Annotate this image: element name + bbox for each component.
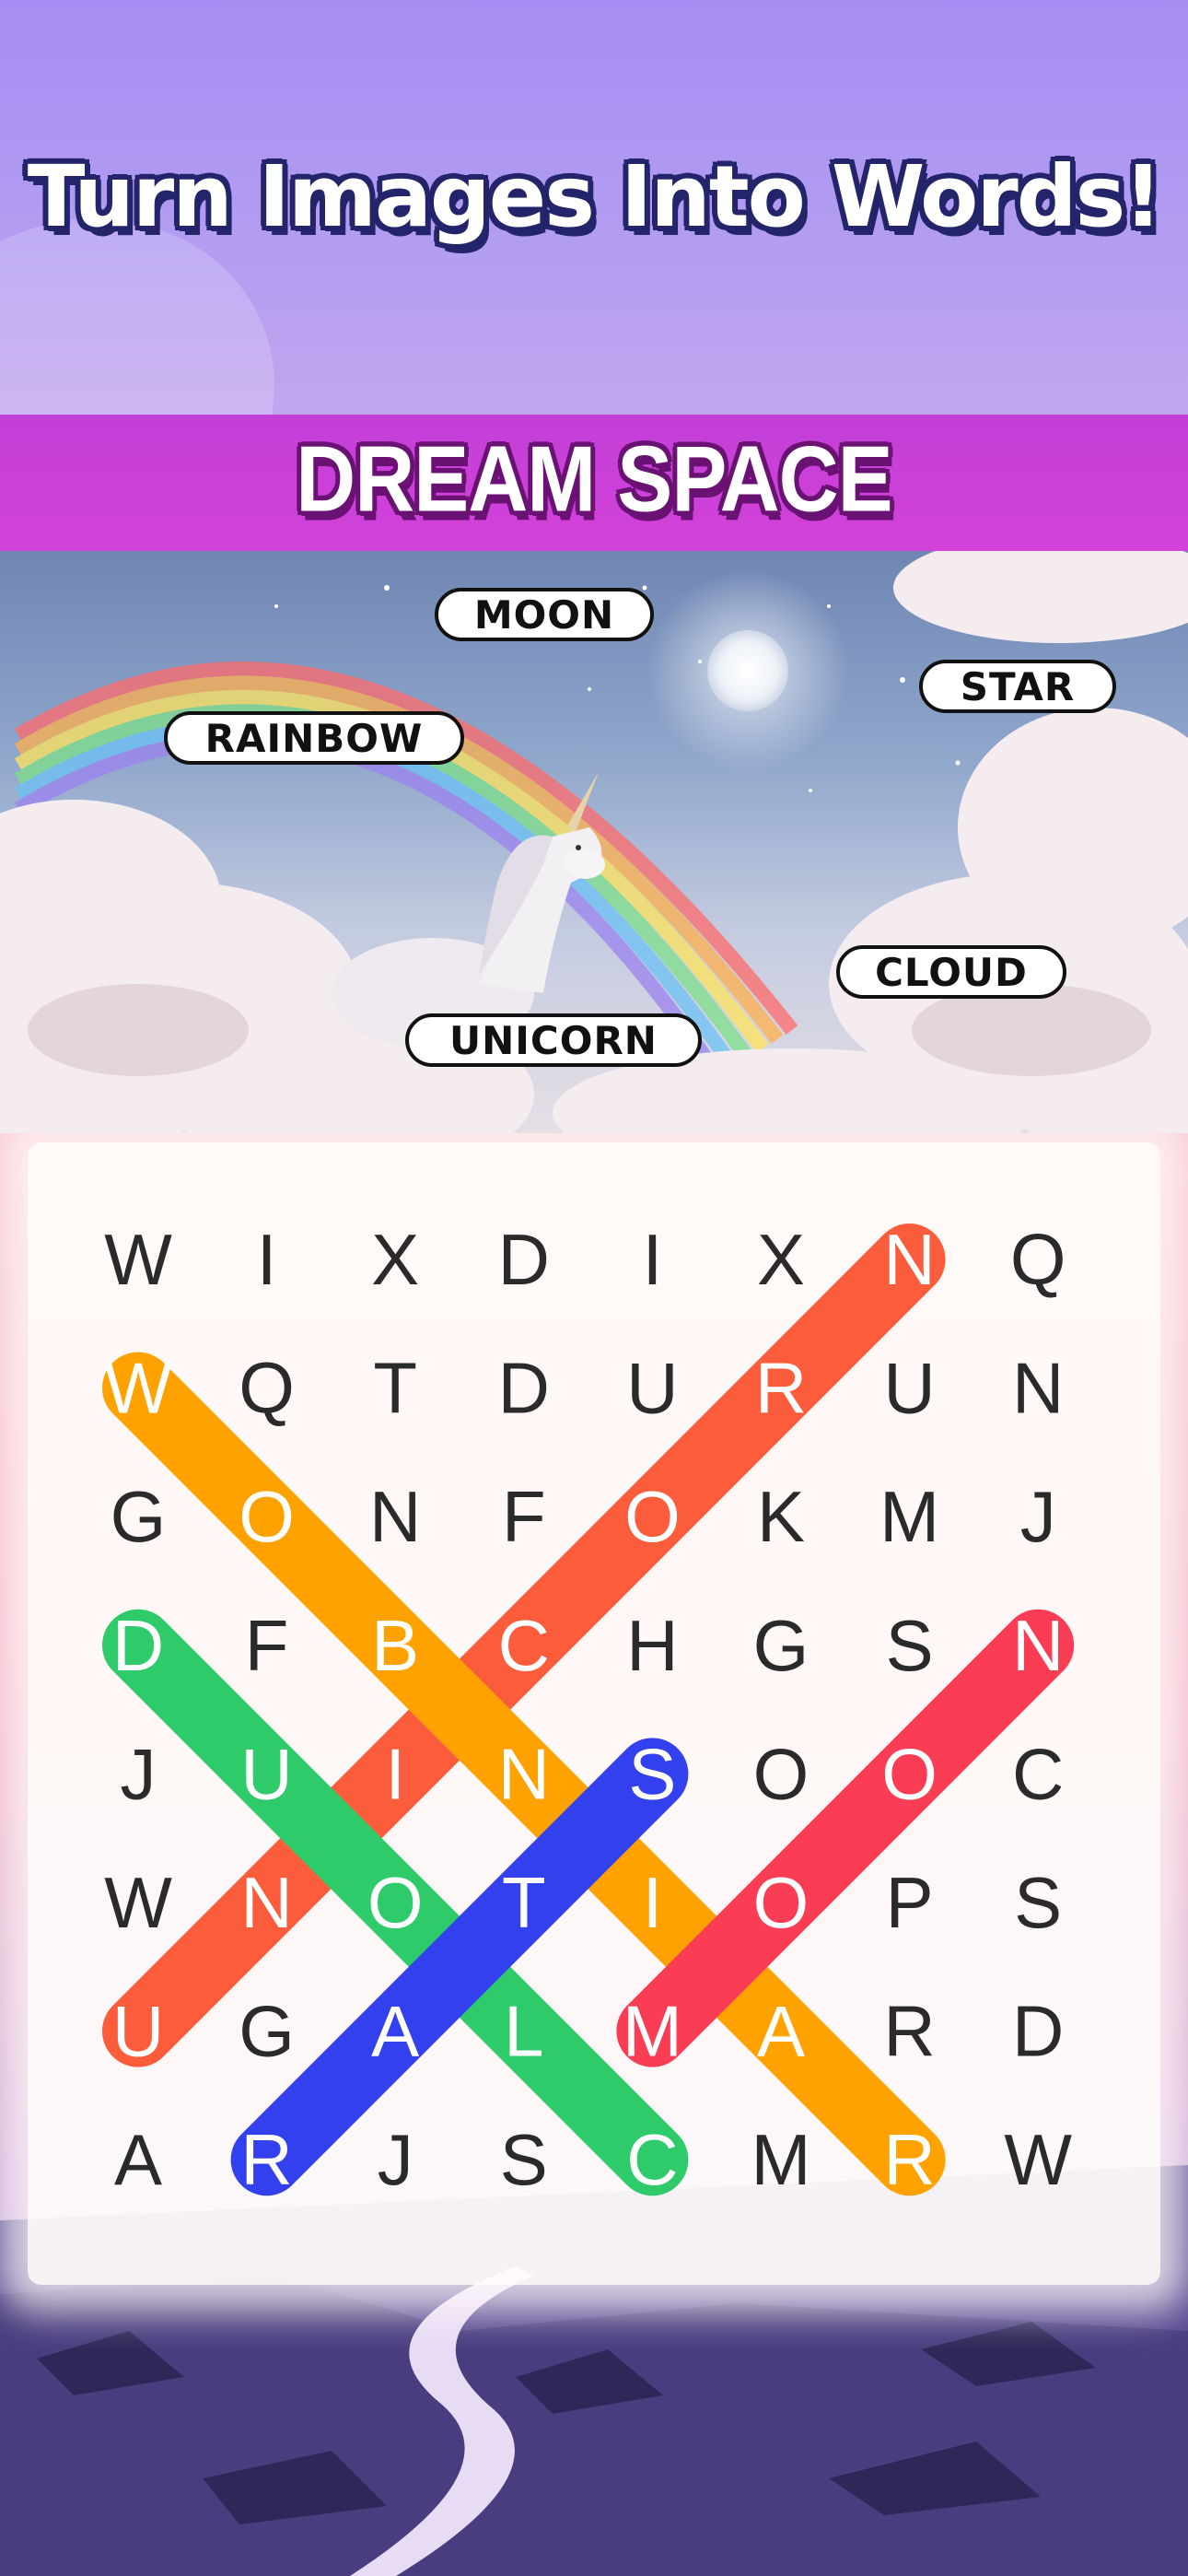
grid-letter-r5-c0[interactable]: W (104, 1862, 172, 1943)
grid-letter-r5-c5[interactable]: O (753, 1862, 809, 1943)
grid-letter-r3-c0[interactable]: D (112, 1605, 164, 1686)
grid-letter-r2-c3[interactable]: F (502, 1476, 546, 1557)
grid-letter-r0-c3[interactable]: D (498, 1219, 550, 1300)
grid-letter-r1-c4[interactable]: U (626, 1348, 678, 1429)
grid-letter-r3-c5[interactable]: G (753, 1605, 809, 1686)
grid-letter-r0-c2[interactable]: X (371, 1219, 419, 1300)
word-tag-cloud: CLOUD (836, 945, 1066, 999)
grid-letter-r6-c1[interactable]: G (239, 1991, 295, 2072)
grid-letter-r1-c5[interactable]: R (755, 1348, 807, 1429)
grid-letter-r0-c4[interactable]: I (643, 1219, 663, 1300)
grid-letter-r0-c1[interactable]: I (257, 1219, 277, 1300)
grid-letter-r5-c2[interactable]: O (367, 1862, 424, 1943)
grid-letter-r1-c3[interactable]: D (498, 1348, 550, 1429)
grid-letter-r0-c6[interactable]: N (883, 1219, 935, 1300)
grid-letter-r0-c0[interactable]: W (104, 1219, 172, 1300)
grid-letter-r5-c1[interactable]: N (240, 1862, 292, 1943)
grid-letter-r2-c6[interactable]: M (879, 1476, 939, 1557)
grid-letter-r7-c0[interactable]: A (114, 2119, 162, 2200)
grid-letter-r7-c3[interactable]: S (500, 2119, 548, 2200)
word-tag-rainbow: RAINBOW (164, 711, 464, 765)
grid-letter-r5-c4[interactable]: I (643, 1862, 663, 1943)
grid-letter-r2-c5[interactable]: K (757, 1476, 805, 1557)
grid-letter-r6-c0[interactable]: U (112, 1991, 164, 2072)
word-tag-moon: MOON (435, 588, 654, 641)
grid-letter-r3-c6[interactable]: S (886, 1605, 934, 1686)
grid-letter-r6-c4[interactable]: M (623, 1991, 682, 2072)
grid-letter-r1-c7[interactable]: N (1012, 1348, 1064, 1429)
grid-letter-r2-c4[interactable]: O (624, 1476, 681, 1557)
word-tag-unicorn: UNICORN (405, 1013, 702, 1067)
grid-letter-r7-c5[interactable]: M (751, 2119, 811, 2200)
grid-letter-r6-c3[interactable]: L (504, 1991, 543, 2072)
grid-letter-r7-c6[interactable]: R (883, 2119, 935, 2200)
grid-letter-r5-c6[interactable]: P (886, 1862, 934, 1943)
grid-letter-r4-c0[interactable]: J (121, 1733, 157, 1814)
grid-letter-r6-c5[interactable]: A (757, 1991, 805, 2072)
word-grid-board: WIXDIXNQWQTDURUNGONFOKMJDFBCHGSNJUINSOOC… (28, 1142, 1160, 2285)
grid-letter-r2-c1[interactable]: O (239, 1476, 295, 1557)
grid-letter-r7-c1[interactable]: R (240, 2119, 292, 2200)
grid-letter-r7-c4[interactable]: C (626, 2119, 678, 2200)
level-title: DREAM SPACE (296, 427, 892, 532)
grid-letter-r1-c2[interactable]: T (373, 1348, 417, 1429)
grid-letter-r5-c7[interactable]: S (1014, 1862, 1062, 1943)
header-area: Turn Images Into Words! (0, 0, 1188, 424)
grid-letter-r0-c7[interactable]: Q (1010, 1219, 1066, 1300)
grid-letter-r6-c2[interactable]: A (371, 1991, 419, 2072)
word-tag-star: STAR (919, 660, 1116, 713)
grid-letter-r5-c3[interactable]: T (502, 1862, 546, 1943)
found-word-highlight-3 (616, 1609, 1075, 2067)
grid-letter-r3-c7[interactable]: N (1012, 1605, 1064, 1686)
grid-letter-r4-c7[interactable]: C (1012, 1733, 1064, 1814)
grid-letter-r0-c5[interactable]: X (757, 1219, 805, 1300)
puzzle-area: WIXDIXNQWQTDURUNGONFOKMJDFBCHGSNJUINSOOC… (0, 1133, 1188, 2576)
grid-letter-r4-c2[interactable]: I (385, 1733, 405, 1814)
grid-letter-r1-c0[interactable]: W (104, 1348, 172, 1429)
grid-letter-r4-c6[interactable]: O (881, 1733, 938, 1814)
grid-letter-r4-c4[interactable]: S (628, 1733, 676, 1814)
grid-letter-r7-c7[interactable]: W (1004, 2119, 1072, 2200)
grid-letter-r3-c2[interactable]: B (371, 1605, 419, 1686)
grid-letter-r7-c2[interactable]: J (378, 2119, 413, 2200)
grid-letter-r3-c3[interactable]: C (498, 1605, 550, 1686)
level-banner: DREAM SPACE (0, 415, 1188, 551)
grid-letter-r1-c1[interactable]: Q (239, 1348, 295, 1429)
grid-letter-r2-c0[interactable]: G (111, 1476, 167, 1557)
grid-letter-r6-c7[interactable]: D (1012, 1991, 1064, 2072)
grid-letter-r6-c6[interactable]: R (883, 1991, 935, 2072)
headline: Turn Images Into Words! (27, 147, 1163, 246)
word-grid[interactable]: W I X D I X N QW Q T D U R U NG O N F O K M JD F B C H G S NJ U I N S O O C… (28, 1142, 1160, 2285)
grid-letter-r1-c6[interactable]: U (883, 1348, 935, 1429)
grid-letter-r2-c7[interactable]: J (1020, 1476, 1056, 1557)
grid-letter-r4-c5[interactable]: O (753, 1733, 809, 1814)
moon-icon (707, 630, 788, 711)
puzzle-image: MOON STAR RAINBOW CLOUD UNICORN (0, 551, 1188, 1133)
grid-letter-r4-c1[interactable]: U (240, 1733, 292, 1814)
grid-letter-r2-c2[interactable]: N (369, 1476, 421, 1557)
grid-letter-r3-c1[interactable]: F (245, 1605, 289, 1686)
grid-letter-r3-c4[interactable]: H (626, 1605, 678, 1686)
grid-letter-r4-c3[interactable]: N (498, 1733, 550, 1814)
